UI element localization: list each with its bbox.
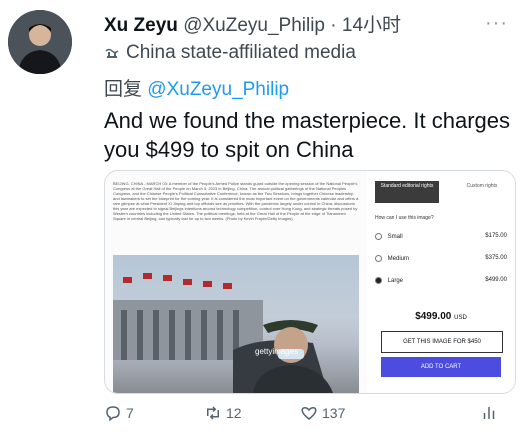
total-price: $499.00 USD xyxy=(367,311,515,322)
radio-selected-icon[interactable] xyxy=(375,277,382,284)
option-medium[interactable]: Medium $375.00 xyxy=(375,255,507,262)
heart-icon xyxy=(301,406,317,420)
person-photo xyxy=(8,10,72,74)
avatar[interactable] xyxy=(8,10,72,74)
purchase-panel: Standard editorial rights Custom rights … xyxy=(367,171,515,393)
reply-handle-link[interactable]: @XuZeyu_Philip xyxy=(147,79,289,100)
analytics-button[interactable] xyxy=(480,404,498,422)
news-photo xyxy=(113,255,359,393)
photo-illustration xyxy=(113,273,333,393)
retweet-icon xyxy=(207,406,219,420)
getty-watermark: gettyimages xyxy=(255,347,299,356)
option-small[interactable]: Small $175.00 xyxy=(375,233,507,240)
reply-prefix: 回复 xyxy=(104,79,143,100)
author-handle[interactable]: @XuZeyu_Philip xyxy=(183,15,325,36)
author-name[interactable]: Xu Zeyu xyxy=(104,15,178,36)
radio-icon[interactable] xyxy=(375,233,382,240)
reply-count: 7 xyxy=(126,405,134,421)
affiliation-label[interactable]: China state-affiliated media xyxy=(104,42,356,64)
option-label: Large xyxy=(387,278,404,285)
reply-button[interactable]: 7 xyxy=(104,404,134,422)
image-pane: BEIJING, CHINA - MARCH 03: A member of t… xyxy=(105,171,367,393)
affiliation-text: China state-affiliated media xyxy=(126,42,356,63)
like-count: 137 xyxy=(322,405,346,421)
license-question: How can I use this image? xyxy=(375,215,434,221)
tab-custom-rights[interactable]: Custom rights xyxy=(457,181,507,192)
option-label: Small xyxy=(387,234,403,241)
tab-standard-rights[interactable]: Standard editorial rights xyxy=(375,181,439,203)
retweet-button[interactable]: 12 xyxy=(204,404,242,422)
tweet-header: Xu Zeyu @XuZeyu_Philip · 14小时 xyxy=(104,10,401,37)
option-price: $175.00 xyxy=(485,233,507,239)
tweet-time[interactable]: 14小时 xyxy=(342,15,401,36)
option-price: $499.00 xyxy=(485,277,507,283)
like-button[interactable]: 137 xyxy=(300,404,345,422)
option-price: $375.00 xyxy=(485,255,507,261)
currency-label: USD xyxy=(454,315,467,321)
radio-icon[interactable] xyxy=(375,255,382,262)
option-label: Medium xyxy=(387,256,410,263)
get-image-button[interactable]: GET THIS IMAGE FOR $450 xyxy=(381,331,503,353)
more-options-icon[interactable]: ··· xyxy=(485,12,508,35)
reply-context: 回复 @XuZeyu_Philip xyxy=(104,74,289,101)
image-caption: BEIJING, CHINA - MARCH 03: A member of t… xyxy=(113,181,359,221)
option-large[interactable]: Large $499.00 xyxy=(375,277,507,284)
retweet-count: 12 xyxy=(226,405,242,421)
separator-dot: · xyxy=(330,15,337,36)
tweet-actions: 7 12 137 xyxy=(104,404,514,428)
tweet-media[interactable]: BEIJING, CHINA - MARCH 03: A member of t… xyxy=(104,170,516,394)
analytics-icon xyxy=(483,407,495,419)
tweet-text: And we found the masterpiece. It charges… xyxy=(104,108,511,162)
add-to-cart-button[interactable]: ADD TO CART xyxy=(381,357,501,377)
total-price-value: $499.00 xyxy=(415,311,452,322)
reply-icon xyxy=(106,406,120,422)
state-media-icon xyxy=(105,48,119,58)
